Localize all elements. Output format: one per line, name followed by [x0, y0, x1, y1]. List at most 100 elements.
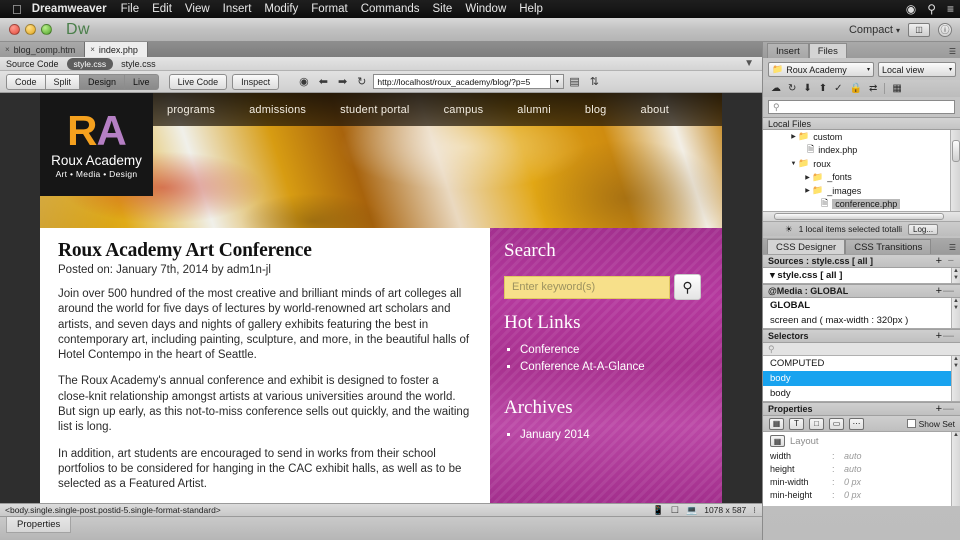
document-tab-index-php[interactable]: × index.php: [85, 42, 148, 57]
media-row-max-width-320[interactable]: screen and ( max-width : 320px ): [763, 313, 960, 328]
tree-row-images[interactable]: ▶ 📁 _images: [763, 184, 960, 198]
add-property-button[interactable]: +: [936, 403, 942, 415]
arrow-left-icon[interactable]: ⬅: [319, 75, 328, 88]
maximize-window-button[interactable]: [41, 24, 52, 35]
menu-insert[interactable]: Insert: [223, 3, 252, 15]
related-file-style-css-active[interactable]: style.css: [66, 57, 114, 70]
list-menu-icon[interactable]: ≡: [947, 2, 954, 16]
properties-scrollbar[interactable]: ▲: [951, 432, 960, 506]
tab-css-designer[interactable]: CSS Designer: [767, 239, 846, 254]
selector-row-body-selected[interactable]: body: [763, 371, 960, 386]
panel-menu-icon[interactable]: ☰: [949, 47, 956, 56]
scroll-up-icon[interactable]: ▲: [952, 268, 960, 275]
more-icon[interactable]: ⋯: [849, 417, 864, 430]
check-in-icon[interactable]: 🔒: [850, 83, 862, 94]
scroll-down-icon[interactable]: ▼: [952, 305, 960, 312]
selectors-scrollbar[interactable]: ▲ ▼: [951, 356, 960, 401]
window-size-value[interactable]: 1078 x 587: [704, 505, 746, 515]
menu-modify[interactable]: Modify: [264, 3, 298, 15]
sources-scrollbar[interactable]: ▲ ▼: [951, 268, 960, 283]
put-files-icon[interactable]: ⬆: [819, 83, 827, 94]
search-icon[interactable]: ⚲: [927, 2, 936, 16]
sync-icon[interactable]: ⇄: [869, 83, 877, 94]
phone-icon[interactable]: 📱: [653, 505, 664, 516]
list-item[interactable]: Conference At-A-Glance: [520, 359, 722, 376]
nav-blog[interactable]: blog: [568, 104, 624, 116]
file-management-icon[interactable]: ▤: [569, 75, 579, 88]
scroll-down-icon[interactable]: ▼: [952, 275, 960, 282]
background-icon[interactable]: ▭: [829, 417, 844, 430]
close-icon[interactable]: ×: [90, 45, 95, 54]
info-icon[interactable]: ⓘ: [938, 22, 952, 37]
layout-toggle-button[interactable]: ◫: [908, 22, 930, 37]
property-row-min-width[interactable]: min-width : 0 px: [763, 475, 960, 488]
search-icon[interactable]: ⚲: [674, 274, 701, 300]
add-selector-button[interactable]: +: [936, 330, 942, 342]
show-set-toggle[interactable]: Show Set: [906, 419, 955, 429]
scroll-up-icon[interactable]: ▲: [952, 298, 960, 305]
desktop-icon[interactable]: 💻: [686, 505, 697, 516]
document-tab-blog-comp[interactable]: × blog_comp.htm: [0, 42, 86, 57]
menu-app-name[interactable]: Dreamweaver: [32, 3, 107, 15]
border-icon[interactable]: □: [809, 417, 824, 430]
close-icon[interactable]: ×: [5, 45, 10, 54]
site-dropdown[interactable]: 📁 Roux Academy ▾: [768, 62, 874, 77]
refresh-icon[interactable]: ↻: [788, 83, 796, 94]
chevron-right-icon[interactable]: ▶: [803, 187, 812, 194]
expand-icon[interactable]: ▦: [892, 83, 901, 94]
menu-format[interactable]: Format: [311, 3, 347, 15]
tree-row-custom[interactable]: ▶ 📁 custom: [763, 130, 960, 144]
chevron-down-icon[interactable]: ▾: [551, 74, 565, 89]
file-tree-vertical-scrollbar[interactable]: [950, 130, 960, 211]
close-window-button[interactable]: [9, 24, 20, 35]
remove-source-button[interactable]: −: [948, 255, 954, 267]
url-input[interactable]: http://localhost/roux_academy/blog/?p=5: [373, 74, 552, 89]
window-size-caret[interactable]: ⁝: [753, 505, 756, 516]
check-out-icon[interactable]: ✓: [834, 83, 842, 94]
property-value[interactable]: 0 px: [844, 490, 861, 500]
menu-view[interactable]: View: [185, 3, 210, 15]
checkbox[interactable]: [906, 419, 916, 428]
design-view-button[interactable]: Design: [80, 73, 126, 90]
media-menu-icon[interactable]: —: [943, 285, 954, 297]
property-row-height[interactable]: height : auto: [763, 462, 960, 475]
refresh-icon[interactable]: ↻: [357, 75, 366, 88]
split-view-button[interactable]: Split: [45, 73, 81, 90]
properties-menu-icon[interactable]: —: [943, 403, 954, 415]
tag-selector[interactable]: <body.single.single-post.postid-5.single…: [5, 505, 221, 515]
sidebar-search-input[interactable]: Enter keyword(s): [504, 275, 670, 299]
selector-row-body[interactable]: body: [763, 386, 960, 401]
property-row-width[interactable]: width : auto: [763, 449, 960, 462]
scrollbar-thumb[interactable]: [951, 140, 960, 162]
text-icon[interactable]: T: [789, 417, 804, 430]
selectors-menu-icon[interactable]: —: [943, 330, 954, 342]
tree-row-index-php[interactable]: 🗎 index.php: [763, 144, 960, 158]
filter-icon[interactable]: ▼: [744, 58, 754, 69]
chevron-right-icon[interactable]: ▶: [789, 133, 798, 140]
inspect-button[interactable]: Inspect: [232, 73, 280, 90]
tree-row-fonts[interactable]: ▶ 📁 _fonts: [763, 171, 960, 185]
scrollbar-thumb[interactable]: [774, 213, 944, 220]
nav-admissions[interactable]: admissions: [232, 104, 323, 116]
add-media-button[interactable]: +: [936, 285, 942, 297]
property-value[interactable]: auto: [844, 451, 862, 461]
live-code-button[interactable]: Live Code: [168, 73, 228, 90]
site-logo[interactable]: RA Roux Academy Art • Media • Design: [40, 93, 153, 196]
arrow-right-icon[interactable]: ➡: [338, 75, 347, 88]
source-row-style-css[interactable]: ▾ style.css [ all ]: [763, 268, 960, 283]
layout-icon[interactable]: ▦: [769, 417, 784, 430]
scroll-up-icon[interactable]: ▲: [952, 356, 960, 363]
connect-icon[interactable]: ☁: [771, 83, 781, 94]
chevron-right-icon[interactable]: ▶: [803, 174, 812, 181]
files-search-input[interactable]: ⚲: [768, 100, 955, 114]
selector-row-computed[interactable]: COMPUTED: [763, 356, 960, 371]
tree-row-roux[interactable]: ▼ 📁 roux: [763, 157, 960, 171]
file-tree-horizontal-scrollbar[interactable]: [763, 212, 960, 222]
chevron-down-icon[interactable]: ▼: [789, 161, 798, 167]
tab-insert[interactable]: Insert: [767, 43, 809, 58]
media-scrollbar[interactable]: ▲ ▼: [951, 298, 960, 328]
get-files-icon[interactable]: ⬇: [803, 83, 811, 94]
view-mode-dropdown[interactable]: Local view ▾: [878, 62, 956, 77]
related-file-style-css[interactable]: style.css: [121, 59, 156, 69]
globe-icon[interactable]: ◉: [299, 75, 309, 88]
